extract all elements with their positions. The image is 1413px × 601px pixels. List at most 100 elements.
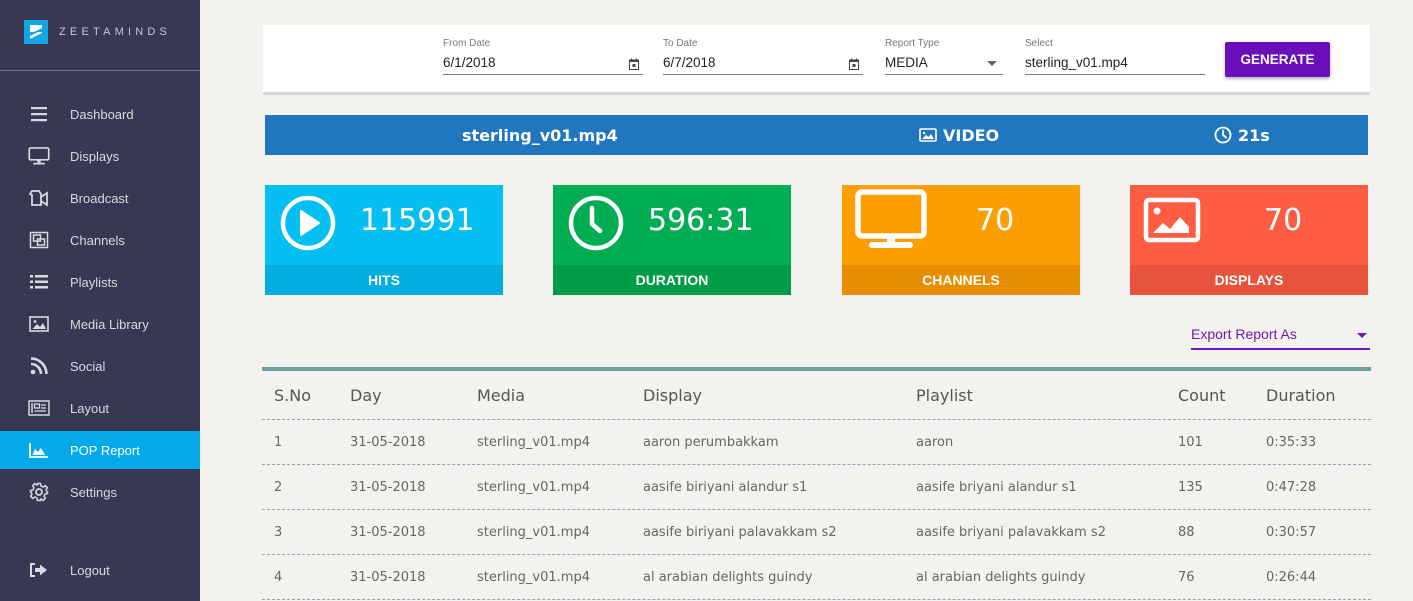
column-header[interactable]: Playlist: [916, 371, 973, 419]
table-row: 3 31-05-2018 sterling_v01.mp4 aasife bir…: [262, 510, 1371, 555]
stat-tile-displays: 70 DISPLAYS: [1130, 185, 1368, 295]
sidebar-item-broadcast[interactable]: Broadcast: [0, 179, 200, 217]
cell-count: 135: [1178, 479, 1203, 495]
table-row: 2 31-05-2018 sterling_v01.mp4 aasife bir…: [262, 465, 1371, 510]
sidebar-item-label: Displays: [70, 148, 120, 164]
calendar-icon[interactable]: [849, 56, 859, 76]
from-date-field[interactable]: From Date 6/1/2018: [443, 38, 643, 75]
cell-sno: 1: [274, 434, 283, 450]
media-duration-value: 21s: [1238, 125, 1270, 145]
table-header: S.No Day Media Display Playlist Count Du…: [262, 371, 1371, 420]
media-duration: 21s: [1214, 115, 1270, 155]
sidebar-item-media-library[interactable]: Media Library: [0, 305, 200, 343]
sidebar-item-layout[interactable]: Layout: [0, 389, 200, 427]
divider: [0, 70, 200, 71]
logo-mark-icon: [24, 20, 48, 44]
select-label: Select: [1025, 38, 1053, 49]
channels-label: CHANNELS: [842, 265, 1080, 295]
cell-media: sterling_v01.mp4: [477, 569, 590, 585]
cell-display: al arabian delights guindy: [643, 569, 813, 585]
chevron-down-icon: [1357, 333, 1367, 338]
report-type-field[interactable]: Report Type MEDIA: [885, 38, 1003, 75]
column-header[interactable]: Count: [1178, 371, 1226, 419]
select-input[interactable]: sterling_v01.mp4: [1025, 53, 1205, 75]
stat-tile-duration: 596:31 DURATION: [553, 185, 791, 295]
menu-icon: [28, 104, 50, 124]
stat-tile-channels: 70 CHANNELS: [842, 185, 1080, 295]
rss-icon: [28, 356, 50, 376]
cell-count: 76: [1178, 569, 1195, 585]
duration-label: DURATION: [553, 265, 791, 295]
report-type-select[interactable]: MEDIA: [885, 53, 1003, 75]
media-type: VIDEO: [919, 115, 999, 155]
column-header[interactable]: Duration: [1266, 371, 1336, 419]
export-report-select[interactable]: Export Report As: [1191, 326, 1370, 350]
to-date-input[interactable]: 6/7/2018: [663, 53, 863, 75]
cell-day: 31-05-2018: [350, 434, 426, 450]
play-circle-icon: [279, 194, 337, 256]
cell-playlist: aasife briyani palavakkam s2: [916, 524, 1106, 540]
hits-value: 115991: [360, 203, 475, 238]
from-date-label: From Date: [443, 38, 491, 49]
logo[interactable]: ZEETAMINDS: [24, 20, 171, 44]
report-type-label: Report Type: [885, 38, 940, 49]
cell-duration: 0:35:33: [1266, 434, 1317, 450]
from-date-value: 6/1/2018: [443, 55, 496, 70]
hits-label: HITS: [265, 265, 503, 295]
calendar-icon[interactable]: [629, 56, 639, 76]
report-type-value: MEDIA: [885, 55, 928, 70]
column-header[interactable]: Display: [643, 371, 702, 419]
sidebar-item-social[interactable]: Social: [0, 347, 200, 385]
cell-duration: 0:47:28: [1266, 479, 1317, 495]
clock-icon: [1214, 126, 1232, 144]
from-date-input[interactable]: 6/1/2018: [443, 53, 643, 75]
media-name: sterling_v01.mp4: [462, 125, 618, 145]
cell-duration: 0:30:57: [1266, 524, 1317, 540]
sidebar-item-label: POP Report: [70, 442, 140, 458]
image-icon: [28, 314, 50, 334]
gear-icon: [28, 482, 50, 502]
cell-day: 31-05-2018: [350, 479, 426, 495]
table-row: 1 31-05-2018 sterling_v01.mp4 aaron peru…: [262, 420, 1371, 465]
column-header[interactable]: Day: [350, 371, 382, 419]
sidebar-item-label: Settings: [70, 484, 117, 500]
logout-label: Logout: [70, 562, 110, 578]
sidebar-item-playlists[interactable]: Playlists: [0, 263, 200, 301]
sidebar-item-pop-report[interactable]: POP Report: [0, 431, 200, 469]
channels-icon: [28, 230, 50, 250]
to-date-field[interactable]: To Date 6/7/2018: [663, 38, 863, 75]
table-row: 4 31-05-2018 sterling_v01.mp4 al arabian…: [262, 555, 1371, 600]
sidebar-item-dashboard[interactable]: Dashboard: [0, 95, 200, 133]
cell-count: 101: [1178, 434, 1203, 450]
sidebar-item-displays[interactable]: Displays: [0, 137, 200, 175]
sidebar-item-label: Layout: [70, 400, 110, 416]
generate-button[interactable]: GENERATE: [1225, 42, 1330, 77]
export-label: Export Report As: [1191, 326, 1297, 342]
image-icon: [1143, 197, 1201, 247]
sidebar-item-channels[interactable]: Channels: [0, 221, 200, 259]
logout-button[interactable]: Logout: [0, 551, 200, 589]
sidebar-item-label: Media Library: [70, 316, 149, 332]
sidebar-item-label: Playlists: [70, 274, 118, 290]
cell-media: sterling_v01.mp4: [477, 479, 590, 495]
select-value: sterling_v01.mp4: [1025, 55, 1128, 70]
image-icon: [919, 128, 937, 142]
cell-media: sterling_v01.mp4: [477, 434, 590, 450]
stat-tile-hits: 115991 HITS: [265, 185, 503, 295]
cell-count: 88: [1178, 524, 1195, 540]
column-header[interactable]: S.No: [274, 371, 311, 419]
sidebar-item-settings[interactable]: Settings: [0, 473, 200, 511]
chevron-down-icon: [987, 61, 997, 66]
to-date-label: To Date: [663, 38, 698, 49]
sidebar-item-label: Social: [70, 358, 106, 374]
logout-icon: [28, 560, 50, 580]
sidebar-item-label: Dashboard: [70, 106, 134, 122]
cell-playlist: al arabian delights guindy: [916, 569, 1086, 585]
area-chart-icon: [28, 440, 50, 460]
column-header[interactable]: Media: [477, 371, 525, 419]
video-camera-icon: [28, 188, 50, 208]
monitor-icon: [855, 189, 929, 255]
cell-sno: 3: [274, 524, 283, 540]
cell-media: sterling_v01.mp4: [477, 524, 590, 540]
select-field[interactable]: Select sterling_v01.mp4: [1025, 38, 1205, 75]
